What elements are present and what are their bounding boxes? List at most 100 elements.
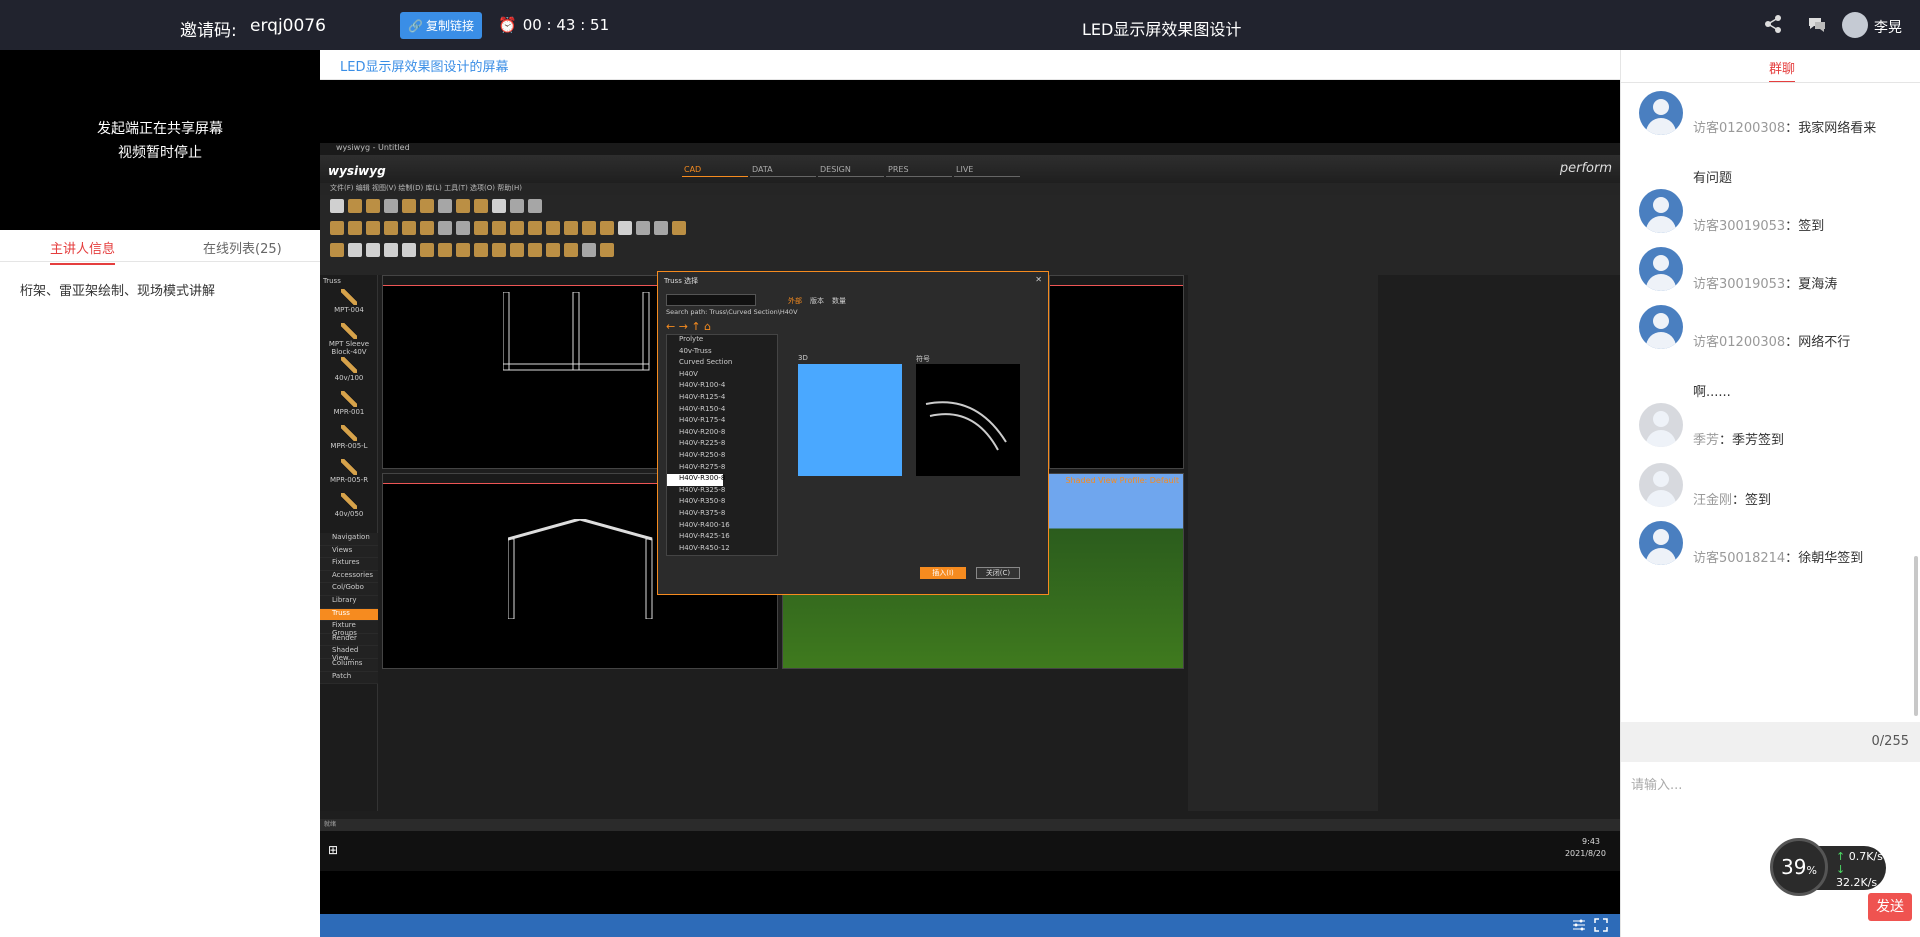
tool-icon[interactable] xyxy=(564,243,578,257)
tree-row[interactable]: H40V-R400-16 xyxy=(667,521,777,533)
tool-icon[interactable] xyxy=(438,243,452,257)
tool-icon[interactable] xyxy=(654,221,668,235)
tree-row[interactable]: H40V-R250-8 xyxy=(667,451,777,463)
viewport-top-right[interactable] xyxy=(1049,275,1184,469)
tool-icon[interactable] xyxy=(510,243,524,257)
nav-item[interactable]: Navigation xyxy=(320,533,378,546)
tool-icon[interactable] xyxy=(600,221,614,235)
nav-item[interactable]: Fixture Groups xyxy=(320,621,378,637)
truss-item[interactable]: MPT-004 xyxy=(320,289,378,321)
tree-row[interactable]: H40V-R275-8 xyxy=(667,463,777,475)
tool-icon[interactable] xyxy=(402,221,416,235)
mode-tab-data[interactable]: DATA xyxy=(750,165,816,177)
dialog-tab[interactable]: 外部 xyxy=(788,296,802,306)
tree-row-selected[interactable]: H40V-R300-8 xyxy=(667,474,725,486)
tree-row[interactable]: Prolyte xyxy=(667,335,777,347)
truss-item[interactable]: 40v/100 xyxy=(320,357,378,389)
tool-icon[interactable] xyxy=(348,199,362,213)
tool-icon[interactable] xyxy=(528,243,542,257)
tool-icon[interactable] xyxy=(438,199,452,213)
mode-tab-cad[interactable]: CAD xyxy=(682,165,748,177)
mode-tab-live[interactable]: LIVE xyxy=(954,165,1020,177)
tree-row[interactable]: H40V-R150-4 xyxy=(667,405,777,417)
tool-icon[interactable] xyxy=(384,199,398,213)
nav-item[interactable]: Col/Gobo xyxy=(320,583,378,596)
chat-input[interactable] xyxy=(1631,772,1911,798)
windows-start-icon[interactable]: ⊞ xyxy=(328,843,338,857)
tree-row[interactable]: H40V-R350-8 xyxy=(667,497,777,509)
nav-arrows-icon[interactable]: ← → ↑ ⌂ xyxy=(666,320,711,333)
nav-item[interactable]: Library xyxy=(320,595,378,609)
mode-tab-design[interactable]: DESIGN xyxy=(818,165,884,177)
tool-icon[interactable] xyxy=(330,221,344,235)
tree-row[interactable]: 40v-Truss xyxy=(667,347,777,359)
tool-icon[interactable] xyxy=(528,221,542,235)
user-avatar[interactable] xyxy=(1842,12,1868,38)
truss-item[interactable]: MPT Sleeve Block-40V xyxy=(320,323,378,356)
dialog-tab[interactable]: 数量 xyxy=(832,296,846,306)
nav-item[interactable]: Views xyxy=(320,545,378,559)
tool-icon[interactable] xyxy=(528,199,542,213)
tree-row[interactable]: H40V-R450-12 xyxy=(667,544,777,556)
tool-icon[interactable] xyxy=(636,221,650,235)
nav-item[interactable]: Accessories xyxy=(320,570,378,584)
app-menu-bar[interactable]: 文件(F) 编辑 视图(V) 绘制(D) 库(L) 工具(T) 选项(O) 帮助… xyxy=(320,183,1620,195)
tool-icon[interactable] xyxy=(384,243,398,257)
tool-icon[interactable] xyxy=(564,221,578,235)
tab-group-chat[interactable]: 群聊 xyxy=(1769,58,1796,83)
tree-row[interactable]: Curved Section xyxy=(667,358,777,370)
close-button[interactable]: 关闭(C) xyxy=(976,567,1020,579)
tool-icon[interactable] xyxy=(384,221,398,235)
chat-bubble-icon[interactable] xyxy=(1807,14,1827,34)
tool-icon[interactable] xyxy=(546,243,560,257)
mode-tab-pres[interactable]: PRES xyxy=(886,165,952,177)
tool-icon[interactable] xyxy=(672,221,686,235)
tool-icon[interactable] xyxy=(582,221,596,235)
user-name[interactable]: 李晃 xyxy=(1874,17,1902,37)
truss-tree[interactable]: Prolyte 40v-Truss Curved Section H40V H4… xyxy=(666,334,778,556)
tool-icon[interactable] xyxy=(474,243,488,257)
tool-icon[interactable] xyxy=(420,199,434,213)
tree-row[interactable]: H40V-R200-8 xyxy=(667,428,777,440)
nav-item-active[interactable]: Truss xyxy=(320,608,378,622)
tool-icon[interactable] xyxy=(438,221,452,235)
tool-icon[interactable] xyxy=(366,199,380,213)
share-icon[interactable] xyxy=(1763,14,1783,34)
tool-icon[interactable] xyxy=(348,243,362,257)
tree-row[interactable]: H40V-R225-8 xyxy=(667,439,777,451)
tool-icon[interactable] xyxy=(456,221,470,235)
tool-icon[interactable] xyxy=(402,243,416,257)
fullscreen-icon[interactable] xyxy=(1594,918,1608,932)
tree-row[interactable]: H40V-R425-16 xyxy=(667,532,777,544)
tool-icon[interactable] xyxy=(456,199,470,213)
chat-scrollbar[interactable] xyxy=(1914,556,1918,716)
tool-icon[interactable] xyxy=(618,221,632,235)
insert-button[interactable]: 插入(I) xyxy=(920,567,966,579)
tree-row[interactable]: H40V-R375-8 xyxy=(667,509,777,521)
tree-row[interactable]: H40V-R125-4 xyxy=(667,393,777,405)
tree-row[interactable]: H40V-R100-4 xyxy=(667,381,777,393)
dialog-tab[interactable]: 版本 xyxy=(810,296,824,306)
tree-row[interactable]: H40V xyxy=(667,370,777,382)
nav-item[interactable]: Fixtures xyxy=(320,558,378,571)
copy-link-button[interactable]: 🔗 复制链接 xyxy=(400,12,482,39)
tab-online-list[interactable]: 在线列表(25) xyxy=(203,238,282,257)
tool-icon[interactable] xyxy=(330,199,344,213)
tool-icon[interactable] xyxy=(492,221,506,235)
tool-icon[interactable] xyxy=(348,221,362,235)
send-button[interactable]: 发送 xyxy=(1868,893,1912,921)
tool-icon[interactable] xyxy=(510,199,524,213)
truss-item[interactable]: MPR-005-L xyxy=(320,425,378,457)
settings-sliders-icon[interactable] xyxy=(1572,918,1586,932)
tool-icon[interactable] xyxy=(366,221,380,235)
tool-icon[interactable] xyxy=(582,243,596,257)
tool-icon[interactable] xyxy=(492,199,506,213)
truss-item[interactable]: MPR-005-R xyxy=(320,459,378,491)
tool-icon[interactable] xyxy=(420,243,434,257)
tree-row[interactable]: H40V-R175-4 xyxy=(667,416,777,428)
tree-row[interactable]: H40V-R325-8 xyxy=(667,486,777,498)
truss-item[interactable]: MPR-001 xyxy=(320,391,378,423)
tool-icon[interactable] xyxy=(510,221,524,235)
tool-icon[interactable] xyxy=(492,243,506,257)
nav-item[interactable]: Patch xyxy=(320,671,378,685)
